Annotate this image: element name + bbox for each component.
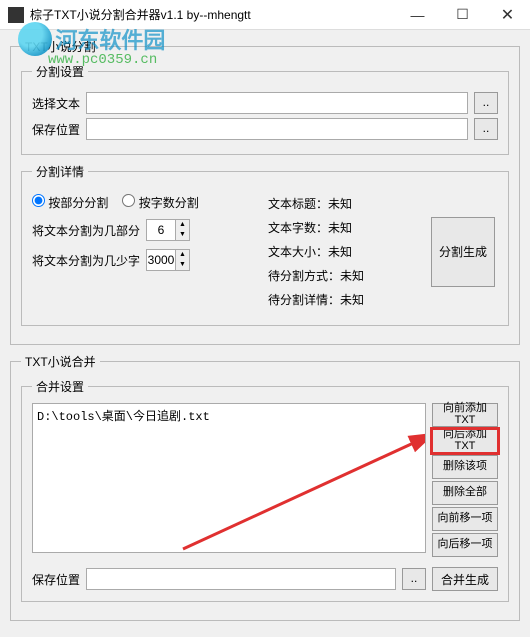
split-save-path-input[interactable] <box>86 118 468 140</box>
split-generate-button[interactable]: 分割生成 <box>431 217 495 287</box>
info-method-label: 待分割方式： <box>268 269 340 283</box>
add-front-button[interactable]: 向前添加TXT <box>432 403 498 427</box>
spinner-up-icon[interactable]: ▲ <box>176 250 189 260</box>
info-title-value: 未知 <box>328 197 352 211</box>
select-text-browse-button[interactable]: .. <box>474 92 498 114</box>
split-settings-group: 分割设置 选择文本 .. 保存位置 .. <box>21 63 509 155</box>
merge-settings-group: 合并设置 D:\tools\桌面\今日追剧.txt 向前添加TXT 向后添加TX… <box>21 378 509 602</box>
split-group: TXT小说分割 分割设置 选择文本 .. 保存位置 .. 分割详情 按部分分割 <box>10 38 520 345</box>
split-save-browse-button[interactable]: .. <box>474 118 498 140</box>
merge-settings-label: 合并设置 <box>32 378 88 395</box>
parts-spinner[interactable]: 6 ▲▼ <box>146 219 190 241</box>
split-settings-label: 分割设置 <box>32 63 88 80</box>
maximize-button[interactable]: ☐ <box>440 0 485 30</box>
window-controls: — ☐ ✕ <box>395 0 530 30</box>
move-front-button[interactable]: 向前移一项 <box>432 507 498 531</box>
info-chars-label: 文本字数： <box>268 221 328 235</box>
info-title-label: 文本标题： <box>268 197 328 211</box>
select-text-label: 选择文本 <box>32 95 80 112</box>
split-detail-label: 分割详情 <box>32 163 88 180</box>
app-icon <box>8 7 24 23</box>
spinner-up-icon[interactable]: ▲ <box>176 220 189 230</box>
info-method-value: 未知 <box>340 269 364 283</box>
merge-save-path-input[interactable] <box>86 568 396 590</box>
minimize-button[interactable]: — <box>395 0 440 30</box>
close-button[interactable]: ✕ <box>485 0 530 30</box>
merge-group-label: TXT小说合并 <box>21 353 100 370</box>
info-chars-value: 未知 <box>328 221 352 235</box>
split-group-label: TXT小说分割 <box>21 38 100 55</box>
chars-label: 将文本分割为几少字 <box>32 252 140 269</box>
chars-spinner[interactable]: 3000 ▲▼ <box>146 249 190 271</box>
info-size-label: 文本大小： <box>268 245 328 259</box>
info-detail-value: 未知 <box>340 293 364 307</box>
delete-all-button[interactable]: 删除全部 <box>432 481 498 505</box>
split-detail-group: 分割详情 按部分分割 按字数分割 将文本分割为几部分 6 ▲▼ <box>21 163 509 326</box>
split-save-path-label: 保存位置 <box>32 121 80 138</box>
move-back-button[interactable]: 向后移一项 <box>432 533 498 557</box>
spinner-down-icon[interactable]: ▼ <box>176 230 189 240</box>
list-item[interactable]: D:\tools\桌面\今日追剧.txt <box>37 406 421 425</box>
annotation-arrow-icon <box>173 424 426 553</box>
parts-label: 将文本分割为几部分 <box>32 222 140 239</box>
title-bar: 棕子TXT小说分割合并器v1.1 by--mhengtt — ☐ ✕ <box>0 0 530 30</box>
delete-item-button[interactable]: 删除该项 <box>432 455 498 479</box>
merge-save-browse-button[interactable]: .. <box>402 568 426 590</box>
add-back-button[interactable]: 向后添加TXT <box>432 429 498 453</box>
merge-generate-button[interactable]: 合并生成 <box>432 567 498 591</box>
merge-save-path-label: 保存位置 <box>32 571 80 588</box>
radio-by-part[interactable]: 按部分分割 <box>32 194 108 211</box>
merge-listbox[interactable]: D:\tools\桌面\今日追剧.txt <box>32 403 426 553</box>
info-size-value: 未知 <box>328 245 352 259</box>
merge-group: TXT小说合并 合并设置 D:\tools\桌面\今日追剧.txt 向前添加TX… <box>10 353 520 621</box>
radio-by-chars[interactable]: 按字数分割 <box>122 194 198 211</box>
spinner-down-icon[interactable]: ▼ <box>176 260 189 270</box>
window-title: 棕子TXT小说分割合并器v1.1 by--mhengtt <box>30 6 395 23</box>
select-text-input[interactable] <box>86 92 468 114</box>
info-detail-label: 待分割详情： <box>268 293 340 307</box>
